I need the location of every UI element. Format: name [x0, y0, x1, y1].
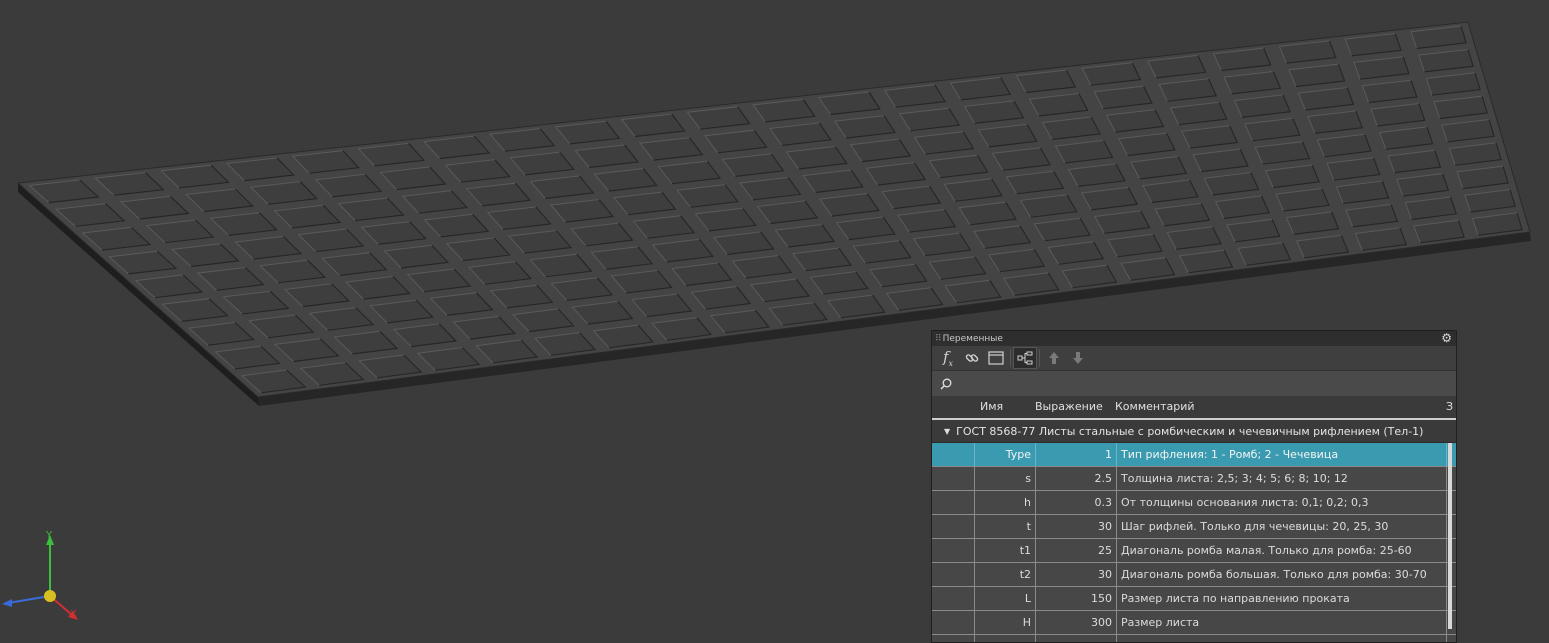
arrow-down-icon — [1073, 352, 1083, 364]
variable-name-cell[interactable]: h — [975, 491, 1036, 514]
search-bar — [932, 371, 1456, 396]
variable-comment-cell[interactable]: Шаг рифлей. Только для чечевицы: 20, 25,… — [1117, 515, 1447, 538]
variable-expression-cell[interactable]: 2.5 — [1036, 467, 1117, 490]
variable-comment-cell[interactable]: Тип рифления: 1 - Ромб; 2 - Чечевица — [1117, 443, 1447, 466]
move-down-button[interactable] — [1066, 347, 1090, 369]
table-row[interactable] — [932, 635, 1456, 642]
search-icon — [940, 378, 952, 390]
link-button[interactable] — [960, 347, 984, 369]
panel-title-bar[interactable]: ⠿ Переменные ⚙ — [932, 331, 1456, 346]
variable-comment-cell[interactable]: Размер листа по направлению проката — [1117, 587, 1447, 610]
variable-name-cell[interactable]: t1 — [975, 539, 1036, 562]
table-row[interactable]: h 0.3 От толщины основания листа: 0,1; 0,2… — [932, 491, 1456, 515]
table-row[interactable]: s 2.5 Толщина листа: 2,5; 3; 4; 5; 6; 8; 1… — [932, 467, 1456, 491]
variable-name-cell[interactable]: t2 — [975, 563, 1036, 586]
column-header-expression[interactable]: Выражение — [1035, 400, 1103, 413]
table-row[interactable]: H 300 Размер листа — [932, 611, 1456, 635]
z-axis-arrow-icon — [2, 599, 12, 607]
variable-expression-cell[interactable]: 25 — [1036, 539, 1117, 562]
table-row[interactable]: L 150 Размер листа по направлению проката — [932, 587, 1456, 611]
table-row[interactable]: t 30 Шаг рифлей. Только для чечевицы: 20, … — [932, 515, 1456, 539]
x-axis-label: X — [70, 609, 77, 620]
variable-expression-cell[interactable]: 30 — [1036, 563, 1117, 586]
variable-name-cell[interactable]: s — [975, 467, 1036, 490]
table-header: Имя Выражение Комментарий З — [932, 396, 1456, 420]
table-row[interactable]: t1 25 Диагональ ромба малая. Только для ро… — [932, 539, 1456, 563]
window-button[interactable] — [984, 347, 1008, 369]
variable-name-cell[interactable]: Type — [975, 443, 1036, 466]
variable-comment-cell[interactable]: Диагональ ромба большая. Только для ромб… — [1117, 563, 1447, 586]
link-icon — [965, 354, 979, 362]
variables-panel: ⠿ Переменные ⚙ fx Имя Выражение Коммента… — [931, 330, 1457, 643]
row-indent-cell — [932, 443, 975, 466]
expand-triangle-icon[interactable]: ▼ — [944, 427, 950, 436]
table-row[interactable]: Type 1 Тип рифления: 1 - Ромб; 2 - Чечевиц… — [932, 443, 1456, 467]
y-axis-label: Y — [46, 530, 53, 541]
toolbar-separator — [1010, 349, 1011, 367]
row-indent-cell — [932, 611, 975, 634]
formula-button[interactable]: fx — [936, 347, 960, 369]
variable-expression-cell[interactable]: 150 — [1036, 587, 1117, 610]
variable-expression-cell[interactable]: 1 — [1036, 443, 1117, 466]
variable-name-cell[interactable] — [975, 635, 1036, 642]
variable-comment-cell[interactable]: Диагональ ромба малая. Только для ромба:… — [1117, 539, 1447, 562]
variable-name-cell[interactable]: t — [975, 515, 1036, 538]
variable-expression-cell[interactable]: 30 — [1036, 515, 1117, 538]
arrow-up-icon — [1049, 352, 1059, 364]
panel-title: Переменные — [942, 333, 1003, 344]
formula-icon: fx — [942, 348, 954, 368]
variable-group[interactable]: ▼ ГОСТ 8568-77 Листы стальные с ромбичес… — [932, 420, 1456, 443]
variable-comment-cell[interactable]: От толщины основания листа: 0,1; 0,2; 0,… — [1117, 491, 1447, 514]
axis-triad: Y X — [0, 525, 90, 643]
variables-table: Type 1 Тип рифления: 1 - Ромб; 2 - Чечевиц… — [932, 443, 1456, 642]
tree-icon — [1017, 351, 1033, 365]
group-title: ГОСТ 8568-77 Листы стальные с ромбически… — [956, 424, 1424, 438]
toolbar-separator — [1039, 349, 1040, 367]
column-header-name[interactable]: Имя — [980, 400, 1003, 413]
variable-comment-cell[interactable]: Размер листа — [1117, 611, 1447, 634]
move-up-button[interactable] — [1042, 347, 1066, 369]
gear-icon[interactable]: ⚙ — [1441, 331, 1452, 346]
row-indent-cell — [932, 491, 975, 514]
variable-comment-cell[interactable] — [1117, 635, 1447, 642]
window-icon — [988, 351, 1004, 365]
row-indent-cell — [932, 563, 975, 586]
row-indent-cell — [932, 635, 975, 642]
tree-view-button[interactable] — [1013, 347, 1037, 369]
vertical-scrollbar[interactable] — [1448, 443, 1452, 629]
row-indent-cell — [932, 539, 975, 562]
variable-comment-cell[interactable]: Толщина листа: 2,5; 3; 4; 5; 6; 8; 10; 1… — [1117, 467, 1447, 490]
variable-expression-cell[interactable]: 0.3 — [1036, 491, 1117, 514]
panel-toolbar: fx — [932, 346, 1456, 371]
search-input[interactable] — [956, 376, 1440, 391]
row-indent-cell — [932, 515, 975, 538]
variable-expression-cell[interactable] — [1036, 635, 1117, 642]
row-indent-cell — [932, 587, 975, 610]
column-header-extra[interactable]: З — [1446, 400, 1453, 413]
column-header-comment[interactable]: Комментарий — [1115, 400, 1195, 413]
table-row[interactable]: t2 30 Диагональ ромба большая. Только для … — [932, 563, 1456, 587]
origin-point — [44, 590, 56, 602]
z-axis — [7, 595, 51, 604]
variable-name-cell[interactable]: L — [975, 587, 1036, 610]
variable-expression-cell[interactable]: 300 — [1036, 611, 1117, 634]
row-indent-cell — [932, 467, 975, 490]
variable-name-cell[interactable]: H — [975, 611, 1036, 634]
drag-handle-icon[interactable]: ⠿ — [935, 334, 942, 344]
